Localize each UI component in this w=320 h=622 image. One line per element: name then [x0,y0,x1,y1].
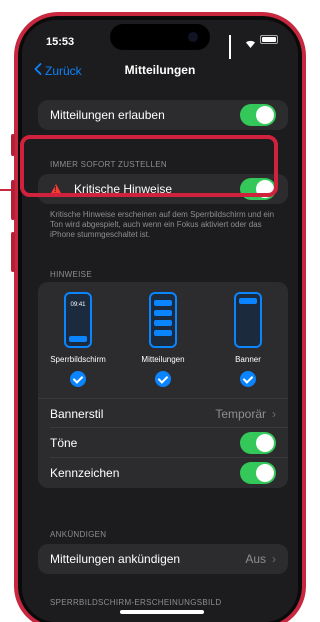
allow-group: Mitteilungen erlauben [38,100,288,130]
checkmark-icon [70,371,86,387]
status-icons [229,35,278,59]
critical-alerts-highlight-box [20,135,278,197]
wifi-icon [245,35,256,48]
announce-group: Mitteilungen ankündigen Aus › [38,544,288,574]
sounds-label: Töne [50,436,78,450]
style-lockscreen[interactable]: 09:41 Sperrbildschirm [40,292,116,387]
style-notification-center[interactable]: Mitteilungen [125,292,201,387]
lockscreen-appearance-header: SPERRBILDSCHIRM-ERSCHEINUNGSBILD [50,598,222,607]
critical-footnote: Kritische Hinweise erscheinen auf dem Sp… [50,210,275,239]
checkmark-icon [240,371,256,387]
sounds-row: Töne [38,428,288,458]
lockscreen-preview-icon: 09:41 [64,292,92,348]
cellular-signal-icon [229,35,241,59]
checkmark-icon [155,371,171,387]
announce-notifications-value: Aus [245,552,266,566]
banner-style-row[interactable]: Bannerstil Temporär › [38,398,288,428]
volume-down-button [11,232,15,272]
alerts-settings-group: Bannerstil Temporär › Töne Kennzeichen [38,398,288,488]
battery-icon [260,35,278,44]
style-lockscreen-label: Sperrbildschirm [50,355,106,364]
home-indicator [120,610,204,614]
status-time: 15:53 [46,36,75,48]
announce-header: ANKÜNDIGEN [50,530,107,539]
badges-row: Kennzeichen [38,458,288,488]
silent-switch [11,134,15,156]
page-title: Mitteilungen [124,63,196,77]
allow-notifications-toggle[interactable] [240,104,276,126]
camera-icon [188,32,198,42]
notification-center-preview-icon [149,292,177,348]
alerts-header: HINWEISE [50,270,92,279]
preview-clock: 09:41 [70,302,86,308]
style-banner[interactable]: Banner [210,292,286,387]
volume-up-button [11,180,15,220]
badges-label: Kennzeichen [50,466,120,480]
alert-styles-panel: 09:41 Sperrbildschirm Mitteilungen Banne… [38,282,288,398]
dynamic-island [110,24,210,50]
allow-notifications-row: Mitteilungen erlauben [38,100,288,130]
banner-preview-icon [234,292,262,348]
banner-style-value: Temporär [215,406,266,421]
style-banner-label: Banner [235,355,261,364]
banner-style-label: Bannerstil [50,406,104,421]
chevron-right-icon: › [272,552,276,566]
style-notification-center-label: Mitteilungen [141,355,185,364]
sounds-toggle[interactable] [240,432,276,454]
chevron-right-icon: › [272,406,276,421]
announce-notifications-row[interactable]: Mitteilungen ankündigen Aus › [38,544,288,574]
allow-notifications-label: Mitteilungen erlauben [50,108,165,122]
phone-screen: 15:53 Zurück Mitteilungen Mitteilungen e… [22,20,298,622]
badges-toggle[interactable] [240,462,276,484]
announce-notifications-label: Mitteilungen ankündigen [50,552,181,566]
